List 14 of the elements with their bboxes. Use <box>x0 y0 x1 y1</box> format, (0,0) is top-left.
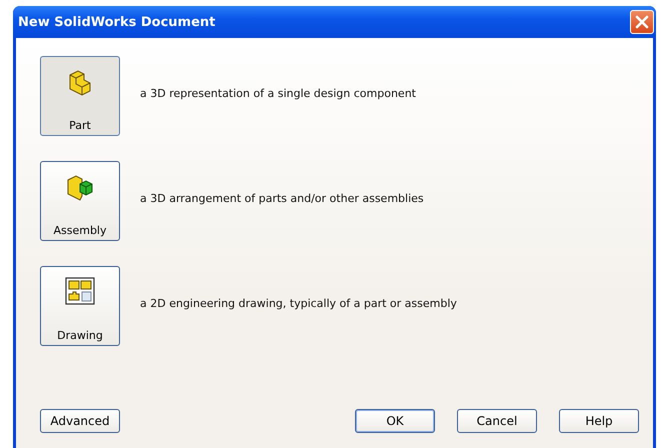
template-description: a 3D representation of a single design component <box>140 86 416 100</box>
dialog-button[interactable]: Advanced <box>40 409 120 433</box>
dialog-button[interactable]: Help <box>559 409 639 433</box>
template-description: a 2D engineering drawing, typically of a part or assembly <box>140 296 457 310</box>
close-icon <box>635 15 649 29</box>
dialog-button[interactable]: Cancel <box>457 409 537 433</box>
template-button[interactable]: Drawing <box>40 266 120 346</box>
template-button[interactable]: Part <box>40 56 120 136</box>
dialog-button[interactable]: OK <box>355 409 435 433</box>
drawing-sheet-icon <box>65 277 95 305</box>
window-title: New SolidWorks Document <box>18 14 216 30</box>
template-description: a 3D arrangement of parts and/or other assemblies <box>140 192 424 204</box>
template-button[interactable]: Assembly <box>40 161 120 241</box>
close-button[interactable] <box>630 10 654 34</box>
